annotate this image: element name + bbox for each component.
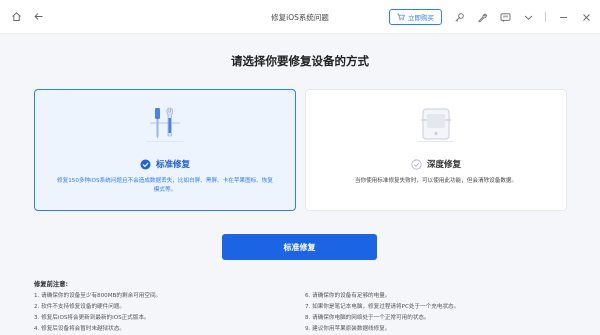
minimize-icon[interactable] <box>557 11 569 23</box>
standard-repair-card[interactable]: 标准修复 修复150多种iOS系统问题且不会造成数据丢失，比如白屏、黑屏、卡在苹… <box>34 89 296 211</box>
note-item: 4. 修复后设备将会暂时未越狱状态。 <box>34 326 126 332</box>
standard-repair-button[interactable]: 标准修复 <box>222 234 377 260</box>
key-icon[interactable] <box>453 11 465 23</box>
cart-icon <box>397 13 405 21</box>
home-icon[interactable] <box>10 11 22 23</box>
standard-repair-description: 修复150多种iOS系统问题且不会造成数据丢失，比如白屏、黑屏、卡在苹果图标、恢… <box>57 178 273 193</box>
check-circle-outline-icon <box>411 158 422 170</box>
deep-repair-illustration <box>306 104 566 150</box>
chevron-down-icon[interactable] <box>522 11 534 23</box>
buy-now-label: 立即购买 <box>408 14 434 22</box>
note-item: 1. 请确保你的设备至少有800MB的剩余可用空间。 <box>34 293 162 299</box>
title-bar-left <box>0 11 200 23</box>
standard-repair-title: 标准修复 <box>155 160 190 170</box>
deep-repair-card[interactable]: 深度修复 当你使用标准修复失败时，可以使用此功能，但会清除设备数据。 <box>305 89 567 211</box>
standard-repair-title-row: 标准修复 <box>35 158 295 170</box>
title-bar-divider <box>545 12 546 22</box>
deep-repair-description: 当你使用标准修复失败时，可以使用此功能，但会清除设备数据。 <box>354 178 518 184</box>
buy-now-button[interactable]: 立即购买 <box>389 9 442 25</box>
note-item: 6. 请确保你的设备有足够的电量。 <box>305 293 391 299</box>
device-repair-icon <box>418 108 454 142</box>
wrench-icon[interactable] <box>476 11 488 23</box>
note-item: 7. 如果你是笔记本电脑，修复过程请将PC处于一个充电状态。 <box>305 304 460 310</box>
feedback-icon[interactable] <box>499 11 511 23</box>
note-item: 8. 请确保你电脑的网络处于一个正常可用的状态。 <box>305 315 430 321</box>
deep-repair-title-row: 深度修复 <box>306 158 566 170</box>
standard-repair-illustration <box>35 104 295 150</box>
note-item: 2. 软件不支持修复设备的硬件问题。 <box>34 304 126 310</box>
notes-right-column: 6. 请确保你的设备有足够的电量。 7. 如果你是笔记本电脑，修复过程请将PC处… <box>305 291 459 335</box>
notes-heading: 修复前注意: <box>34 281 69 288</box>
tools-icon <box>146 107 184 142</box>
page-title: 请选择你要修复设备的方式 <box>231 54 369 68</box>
close-icon[interactable] <box>580 11 592 23</box>
deep-repair-title: 深度修复 <box>426 160 461 170</box>
check-circle-icon <box>140 159 151 169</box>
back-arrow-icon[interactable] <box>32 11 44 23</box>
title-bar-right: 立即购买 <box>389 0 592 34</box>
title-bar: 修复iOS系统问题 立即购买 <box>0 0 600 34</box>
note-item: 3. 修复后iOS将会更新到最新的iOS正式版本。 <box>34 315 150 321</box>
note-item: 9. 建议你用苹果原装数据线修复。 <box>305 326 391 332</box>
notes-left-column: 1. 请确保你的设备至少有800MB的剩余可用空间。 2. 软件不支持修复设备的… <box>34 291 161 335</box>
